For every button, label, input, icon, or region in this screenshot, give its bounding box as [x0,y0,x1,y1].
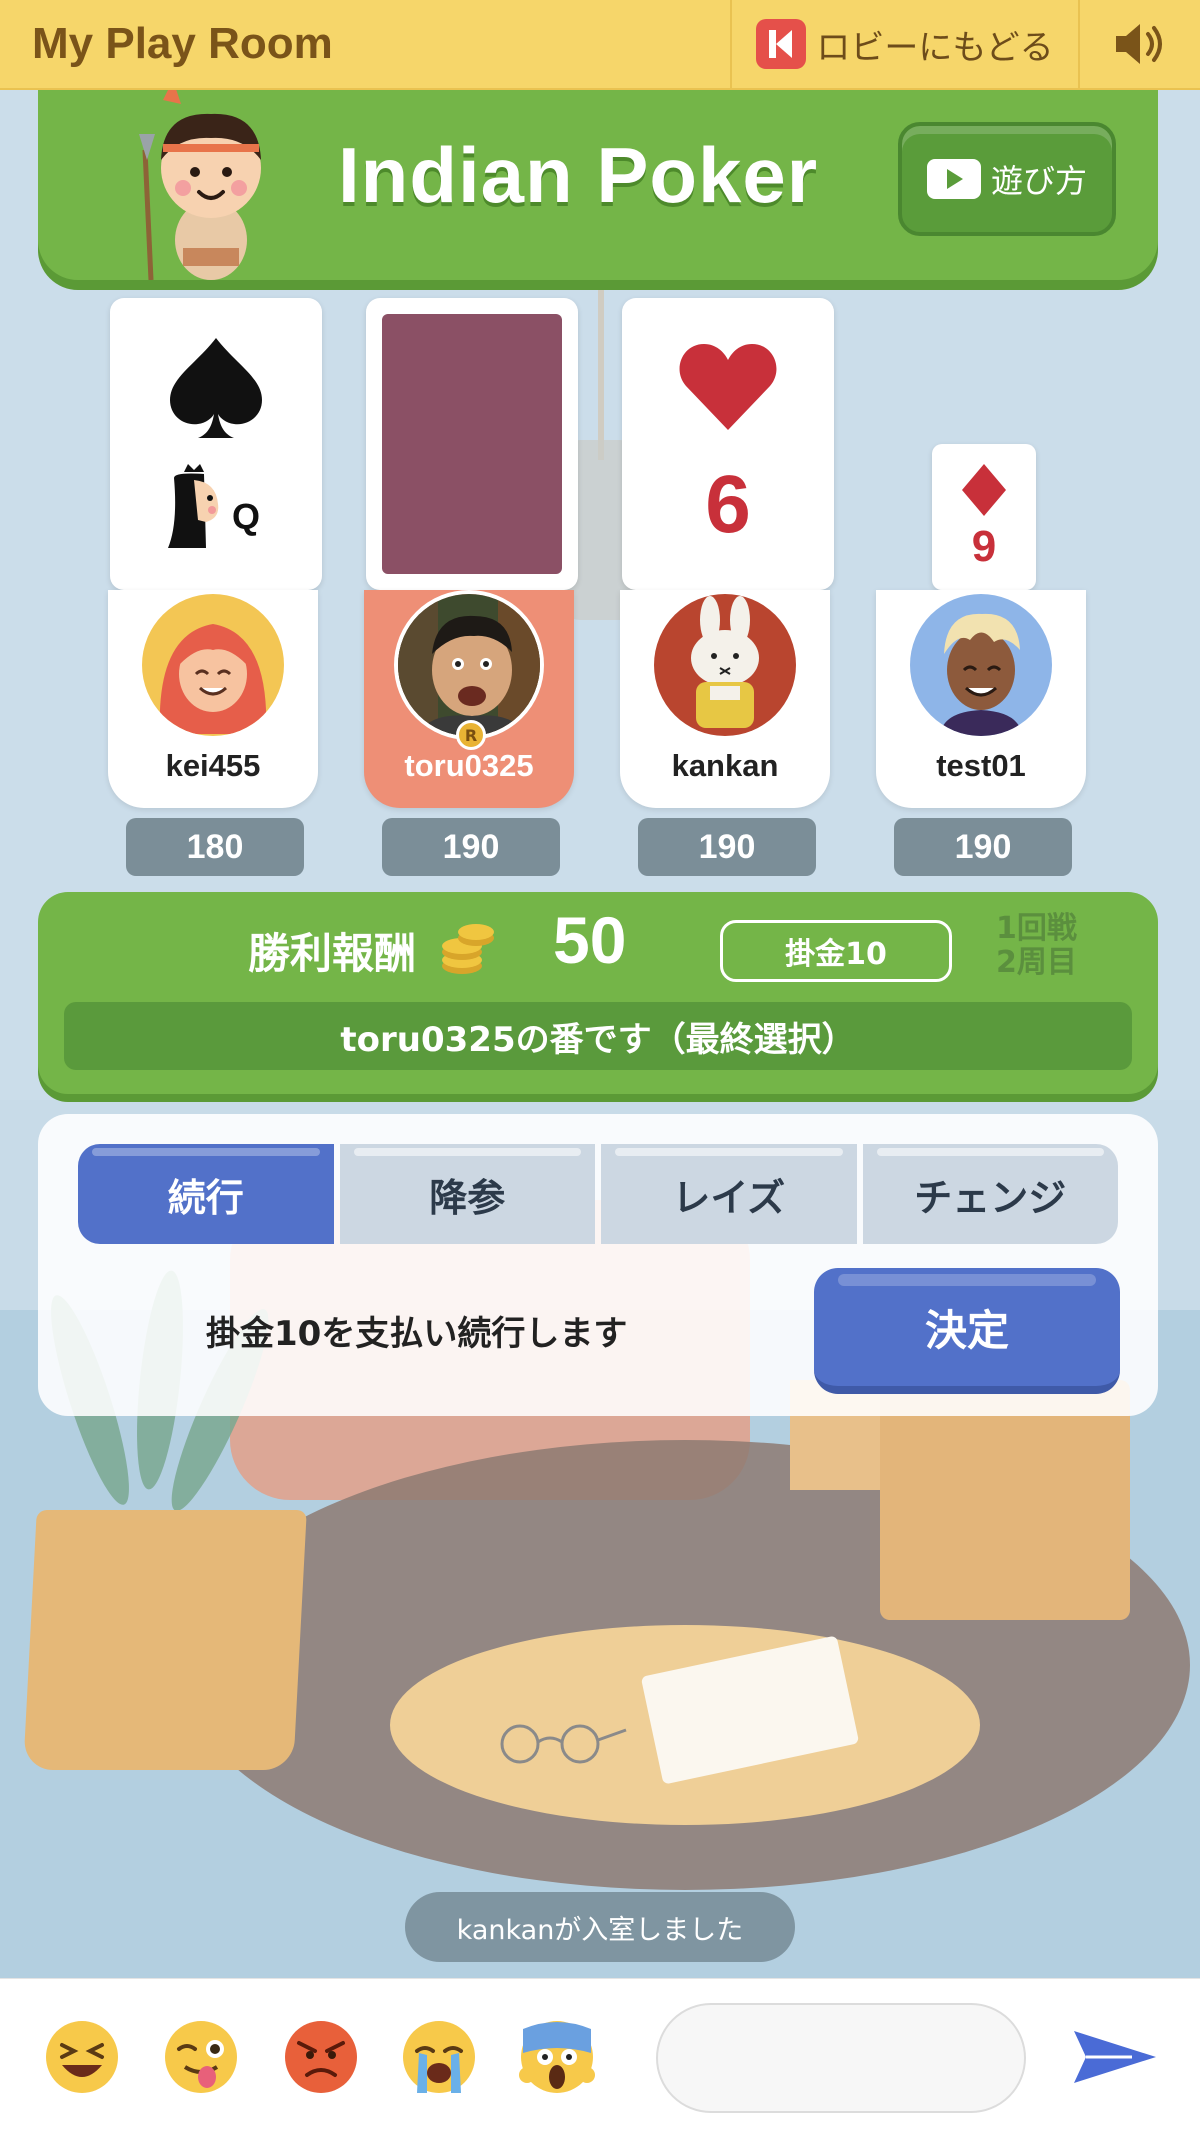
player-score: 180 [126,818,304,876]
turn-status-bar: toru0325の番です（最終選択） [64,1002,1132,1070]
back-to-lobby-label: ロビーにもどる [816,27,1054,68]
sound-toggle-button[interactable] [1080,0,1200,89]
round-indicator: 1回戦 2周目 [996,912,1077,980]
avatar [906,590,1056,740]
top-bar: My Play Room ロビーにもどる [0,0,1200,90]
player-score: 190 [894,818,1072,876]
action-panel: 続行 降参 レイズ チェンジ 掛金10を支払い続行します 決定 [38,1114,1158,1416]
reward-panel: 勝利報酬 50 掛金10 1回戦 2周目 toru0325の番です（最終選択） [38,892,1158,1094]
card-rank-label: 6 [705,459,751,550]
player-seat-test01: test01 [876,590,1086,808]
lap-number: 2周目 [996,945,1077,980]
game-title: Indian Poker [338,131,819,219]
player-name: kankan [671,748,779,783]
chat-input[interactable] [656,2003,1026,2113]
laughing-emoji-icon[interactable] [44,2019,120,2095]
system-notification: kankanが入室しました [405,1892,795,1962]
room-title: My Play Room [32,19,333,68]
round-number: 1回戦 [996,911,1077,946]
play-video-icon [926,159,981,199]
reward-label: 勝利報酬 [248,929,417,978]
player-seat-kei455: kei455 [108,590,318,808]
action-description: 掛金10を支払い続行します [206,1314,628,1354]
how-to-play-button[interactable]: 遊び方 [898,122,1116,236]
player-name: toru0325 [404,748,534,783]
avatar [650,590,800,740]
tab-change[interactable]: チェンジ [862,1144,1118,1244]
tab-continue[interactable]: 続行 [78,1144,334,1244]
tab-raise[interactable]: レイズ [601,1144,857,1244]
avatar [394,590,544,740]
tab-fold[interactable]: 降参 [339,1144,595,1244]
player-score: 190 [638,818,816,876]
reward-amount: 50 [553,903,627,977]
send-icon[interactable] [1072,2021,1158,2093]
indian-boy-mascot-icon [139,90,261,280]
crying-emoji-icon[interactable] [401,2019,477,2095]
player-score: 190 [382,818,560,876]
avatar [138,590,288,740]
speaker-icon [1116,24,1162,64]
card-rank-label: 9 [971,522,997,571]
angry-emoji-icon[interactable] [283,2019,359,2095]
chat-footer [0,1978,1200,2136]
action-tabs: 続行 降参 レイズ チェンジ [78,1144,1118,1244]
player-name: test01 [936,748,1026,783]
spade-icon [170,338,262,438]
how-to-play-label: 遊び方 [990,162,1087,200]
card-rank-label: Q [232,496,261,537]
screaming-emoji-icon[interactable] [519,2019,595,2095]
coin-stack-icon [442,924,494,974]
card-back [382,314,562,574]
bet-amount-badge: 掛金10 [720,920,952,982]
queen-figure-icon [168,464,219,548]
player-seat-toru0325-active: R toru0325 [364,590,574,808]
player-card-kankan: 6 [622,298,834,590]
player-name: kei455 [165,748,261,783]
player-card-toru0325-hidden [366,298,578,590]
diamond-icon [962,464,1006,516]
game-banner: Indian Poker 遊び方 [38,90,1158,280]
back-arrow-icon [756,19,807,69]
room-master-badge: R [456,720,486,750]
back-to-lobby-button[interactable]: ロビーにもどる [730,0,1080,89]
player-card-kei455: Q [110,298,322,590]
player-card-test01: 9 [932,444,1036,590]
heart-icon [679,344,777,430]
winking-tongue-emoji-icon[interactable] [163,2019,239,2095]
player-seat-kankan: kankan [620,590,830,808]
confirm-button[interactable]: 決定 [814,1268,1120,1394]
